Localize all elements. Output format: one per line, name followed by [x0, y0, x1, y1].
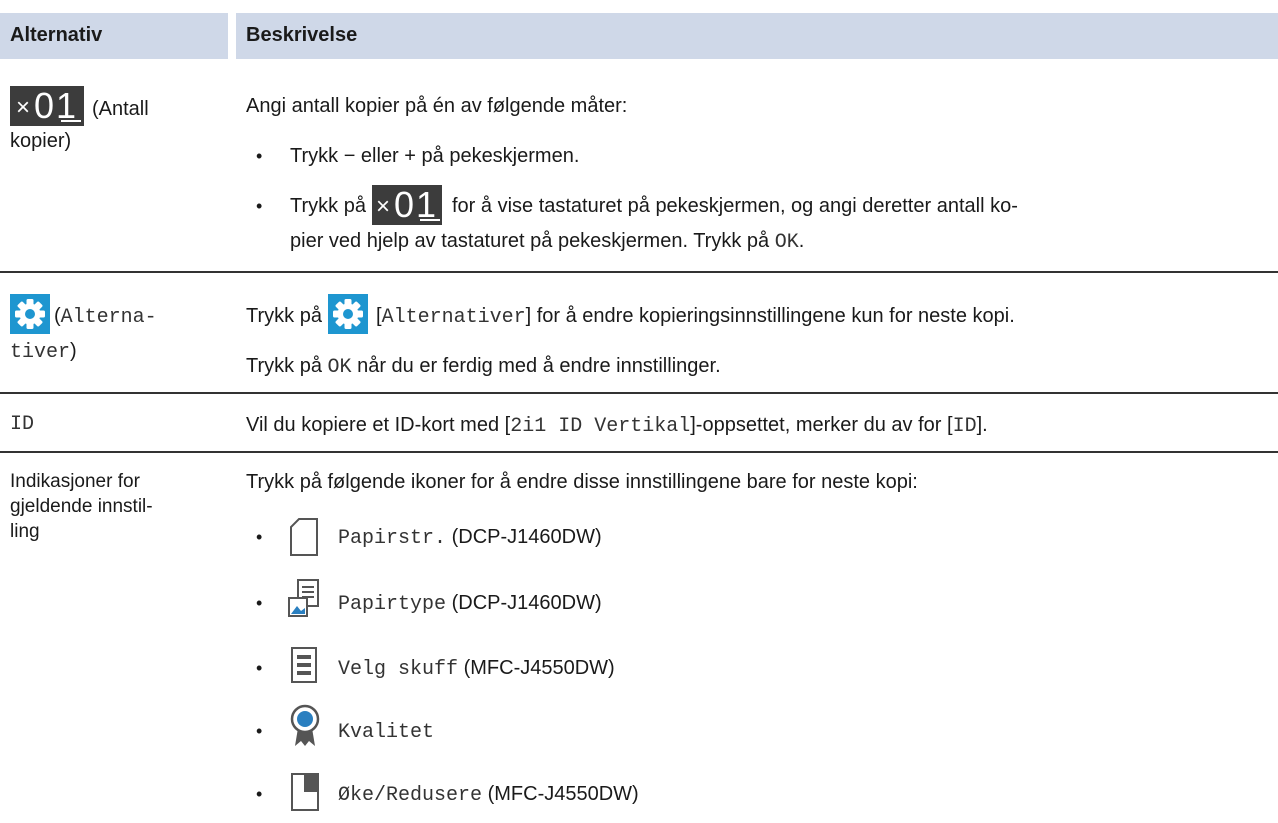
item-model-note: (DCP-J1460DW): [451, 592, 602, 614]
header-cell-option: Alternativ: [0, 13, 228, 59]
list-item: Velg skuff (MFC-J4550DW): [338, 656, 615, 682]
ok-key: OK: [774, 231, 799, 254]
quality-icon: [290, 704, 320, 746]
alternativer-label: Alternativer: [381, 306, 526, 329]
copy-count-icon: × 01: [372, 185, 442, 225]
tray-select-icon: [291, 647, 317, 683]
row2-name-mono1: Alterna-: [60, 306, 157, 329]
copy-count-icon: × 01: [10, 86, 84, 126]
bullet: •: [256, 658, 263, 678]
item-label: Papirstr.: [338, 527, 447, 550]
row2-line1-post: ] for å endre kopieringsinnstillingene k…: [525, 305, 1015, 327]
row3-id-label: ID: [952, 415, 977, 438]
item-label: Velg skuff: [338, 658, 459, 681]
row3-end: ].: [976, 414, 988, 436]
bullet: •: [256, 593, 263, 613]
row1-bullet2-line2-text: pier ved hjelp av tastaturet på pekeskje…: [290, 230, 770, 252]
row-divider: [0, 451, 1278, 453]
item-model-note: (MFC-J4550DW): [463, 657, 615, 679]
list-item: Kvalitet: [338, 719, 434, 745]
item-label: Kvalitet: [338, 721, 435, 744]
row2-name-mono2: tiver: [10, 341, 71, 364]
gear-icon: [328, 294, 368, 334]
bullet: •: [256, 196, 263, 216]
row2-name-line1: (Alterna-: [54, 304, 157, 330]
paper-size-icon: [290, 518, 318, 556]
item-label: Øke/Redusere: [338, 784, 483, 807]
paper-type-icon: [288, 579, 319, 617]
row2-line2-post: når du er ferdig med å endre innstilling…: [357, 355, 721, 377]
row4-name-line1: Indikasjoner for: [10, 471, 140, 492]
gear-icon: [10, 294, 50, 334]
row4-name-line3: ling: [10, 521, 40, 542]
bullet: •: [256, 146, 263, 166]
row1-bullet2-line2: pier ved hjelp av tastaturet på pekeskje…: [290, 229, 804, 255]
item-model-note: (DCP-J1460DW): [451, 526, 602, 548]
list-item: Papirstr. (DCP-J1460DW): [338, 525, 602, 551]
row2-line1-pre: Trykk på: [246, 305, 322, 327]
item-label: Papirtype: [338, 593, 447, 616]
row3-name: ID: [10, 413, 35, 436]
row3-pre: Vil du kopiere et ID-kort med [: [246, 414, 511, 436]
row2-line2: Trykk på OK når du er ferdig med å endre…: [246, 354, 721, 380]
options-table: Alternativ Beskrivelse × 01 (Antall kopi…: [0, 0, 1278, 823]
header-cell-description: Beskrivelse: [236, 13, 1278, 59]
paren-close: ): [70, 340, 77, 362]
row1-name-line1: (Antall: [92, 98, 149, 120]
paren-open: (: [54, 305, 61, 327]
row1-bullet2-post: for å vise tastaturet på pekeskjermen, o…: [452, 195, 1018, 217]
ok-key: OK: [327, 356, 352, 379]
row3-layout-name: 2i1 ID Vertikal: [510, 415, 691, 438]
enlarge-reduce-icon: [291, 773, 319, 811]
row-divider: [0, 392, 1278, 394]
row3-mid: ]-oppsettet, merker du av for [: [690, 414, 953, 436]
period: .: [798, 230, 805, 252]
row1-name-line2: kopier): [10, 130, 72, 152]
row4-name-line2: gjeldende innstil-: [10, 496, 153, 517]
multiply-glyph: ×: [376, 193, 391, 220]
list-item: Øke/Redusere (MFC-J4550DW): [338, 782, 639, 808]
table-header: Alternativ Beskrivelse: [0, 13, 1278, 59]
header-option-label: Alternativ: [10, 24, 103, 46]
header-description-label: Beskrivelse: [246, 24, 358, 46]
row-divider: [0, 271, 1278, 273]
row1-bullet2-pre: Trykk på: [290, 195, 366, 217]
row2-line1-rest: [Alternativer] for å endre kopieringsinn…: [376, 304, 1015, 330]
row1-intro: Angi antall kopier på én av følgende måt…: [246, 95, 628, 117]
bullet: •: [256, 721, 263, 741]
row2-name-line2: tiver): [10, 339, 77, 365]
row2-line2-pre: Trykk på: [246, 355, 322, 377]
row4-intro: Trykk på følgende ikoner for å endre dis…: [246, 471, 918, 493]
row1-bullet1: Trykk − eller + på pekeskjermen.: [290, 145, 580, 167]
row3-text: Vil du kopiere et ID-kort med [2i1 ID Ve…: [246, 413, 988, 439]
bullet: •: [256, 527, 263, 547]
multiply-glyph: ×: [16, 94, 31, 121]
underline-mark: [61, 120, 81, 122]
bullet: •: [256, 784, 263, 804]
item-model-note: (MFC-J4550DW): [487, 783, 639, 805]
list-item: Papirtype (DCP-J1460DW): [338, 591, 602, 617]
underline-mark: [420, 219, 440, 221]
